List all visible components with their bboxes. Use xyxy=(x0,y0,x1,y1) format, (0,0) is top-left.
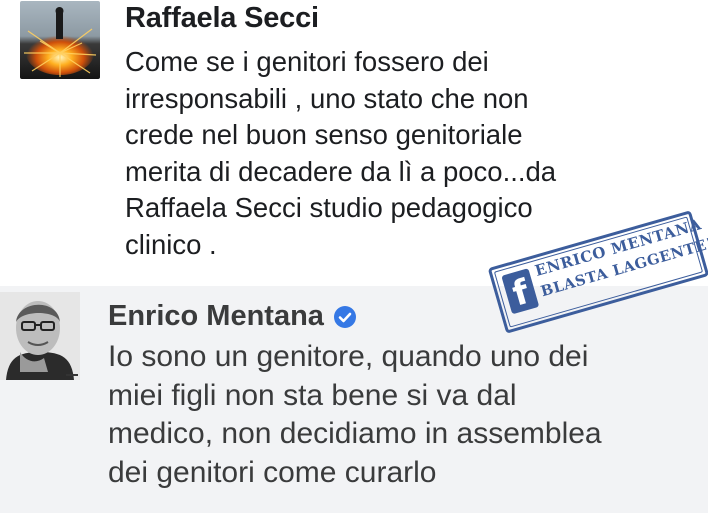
comment-author[interactable]: Raffaela Secci xyxy=(125,2,319,35)
comment-text: Io sono un genitore, quando uno dei miei… xyxy=(108,338,698,492)
avatar-enrico[interactable] xyxy=(0,292,80,380)
comment-line: dei genitori come curarlo xyxy=(108,455,437,489)
comment-line: Raffaela Secci studio pedagogico xyxy=(125,192,533,224)
avatar-fire-image xyxy=(20,1,100,79)
comment-line: miei figli non sta bene si va dal xyxy=(108,378,517,412)
avatar-portrait-image xyxy=(0,292,80,380)
comment-line: Io sono un genitore, quando uno dei xyxy=(108,340,589,373)
comment-line: merita di decadere da lì a poco...da xyxy=(125,155,557,187)
comment-line: irresponsabili , uno stato che non xyxy=(125,82,529,114)
comment-line: medico, non decidiamo in assemblea xyxy=(108,417,602,450)
comment-line: Come se i genitori fossero dei xyxy=(125,46,489,77)
avatar-dash-divider xyxy=(66,374,78,376)
comment-author[interactable]: Enrico Mentana xyxy=(108,300,324,333)
comment-line: crede nel buon senso genitoriale xyxy=(125,119,523,151)
comment-author-row: Enrico Mentana xyxy=(108,300,356,333)
comment-text: Come se i genitori fossero dei irrespons… xyxy=(125,44,645,264)
avatar-raffaela[interactable] xyxy=(20,1,100,79)
comment-enrico: Enrico Mentana Io sono un genitore, quan… xyxy=(0,286,708,513)
verified-badge-icon xyxy=(333,305,356,328)
